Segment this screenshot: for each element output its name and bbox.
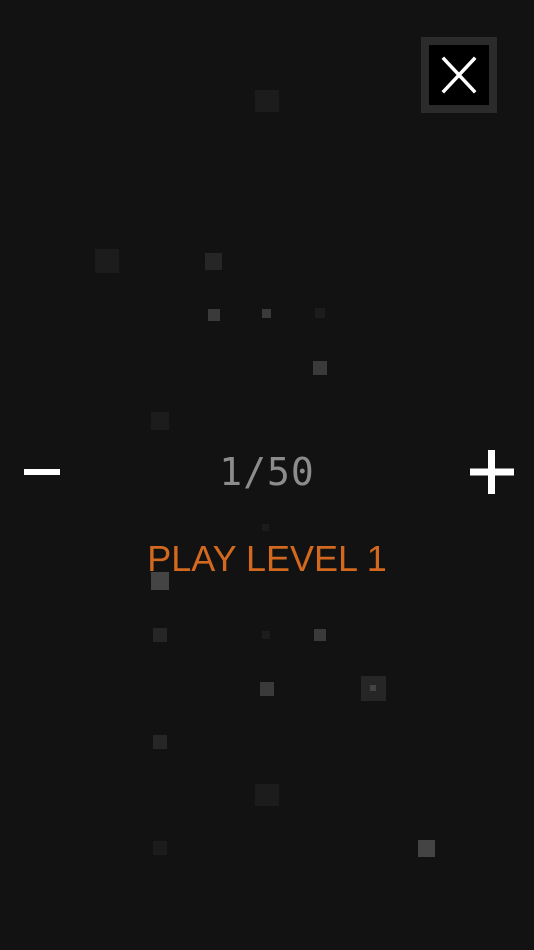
- play-level-button[interactable]: PLAY LEVEL 1: [0, 538, 534, 580]
- background-square: [262, 524, 269, 531]
- background-square: [370, 685, 376, 691]
- level-counter: 1/50: [219, 450, 315, 494]
- background-square: [208, 309, 220, 321]
- background-square: [205, 253, 222, 270]
- background-square: [260, 682, 274, 696]
- background-square: [153, 628, 167, 642]
- next-level-button[interactable]: [468, 448, 516, 496]
- background-square: [255, 90, 279, 112]
- background-square: [153, 735, 167, 749]
- background-square: [262, 631, 270, 639]
- close-button[interactable]: [421, 37, 497, 113]
- background-square: [314, 629, 326, 641]
- close-button-face: [429, 45, 489, 105]
- background-square: [153, 841, 167, 855]
- background-square: [418, 840, 435, 857]
- background-square: [255, 784, 279, 806]
- background-square: [313, 361, 327, 375]
- close-icon: [441, 56, 477, 94]
- background-square: [151, 412, 169, 430]
- plus-icon: [470, 450, 514, 494]
- background-square: [262, 309, 271, 318]
- background-square: [315, 308, 325, 318]
- game-screen: 1/50 PLAY LEVEL 1: [0, 0, 534, 950]
- background-square: [95, 249, 119, 273]
